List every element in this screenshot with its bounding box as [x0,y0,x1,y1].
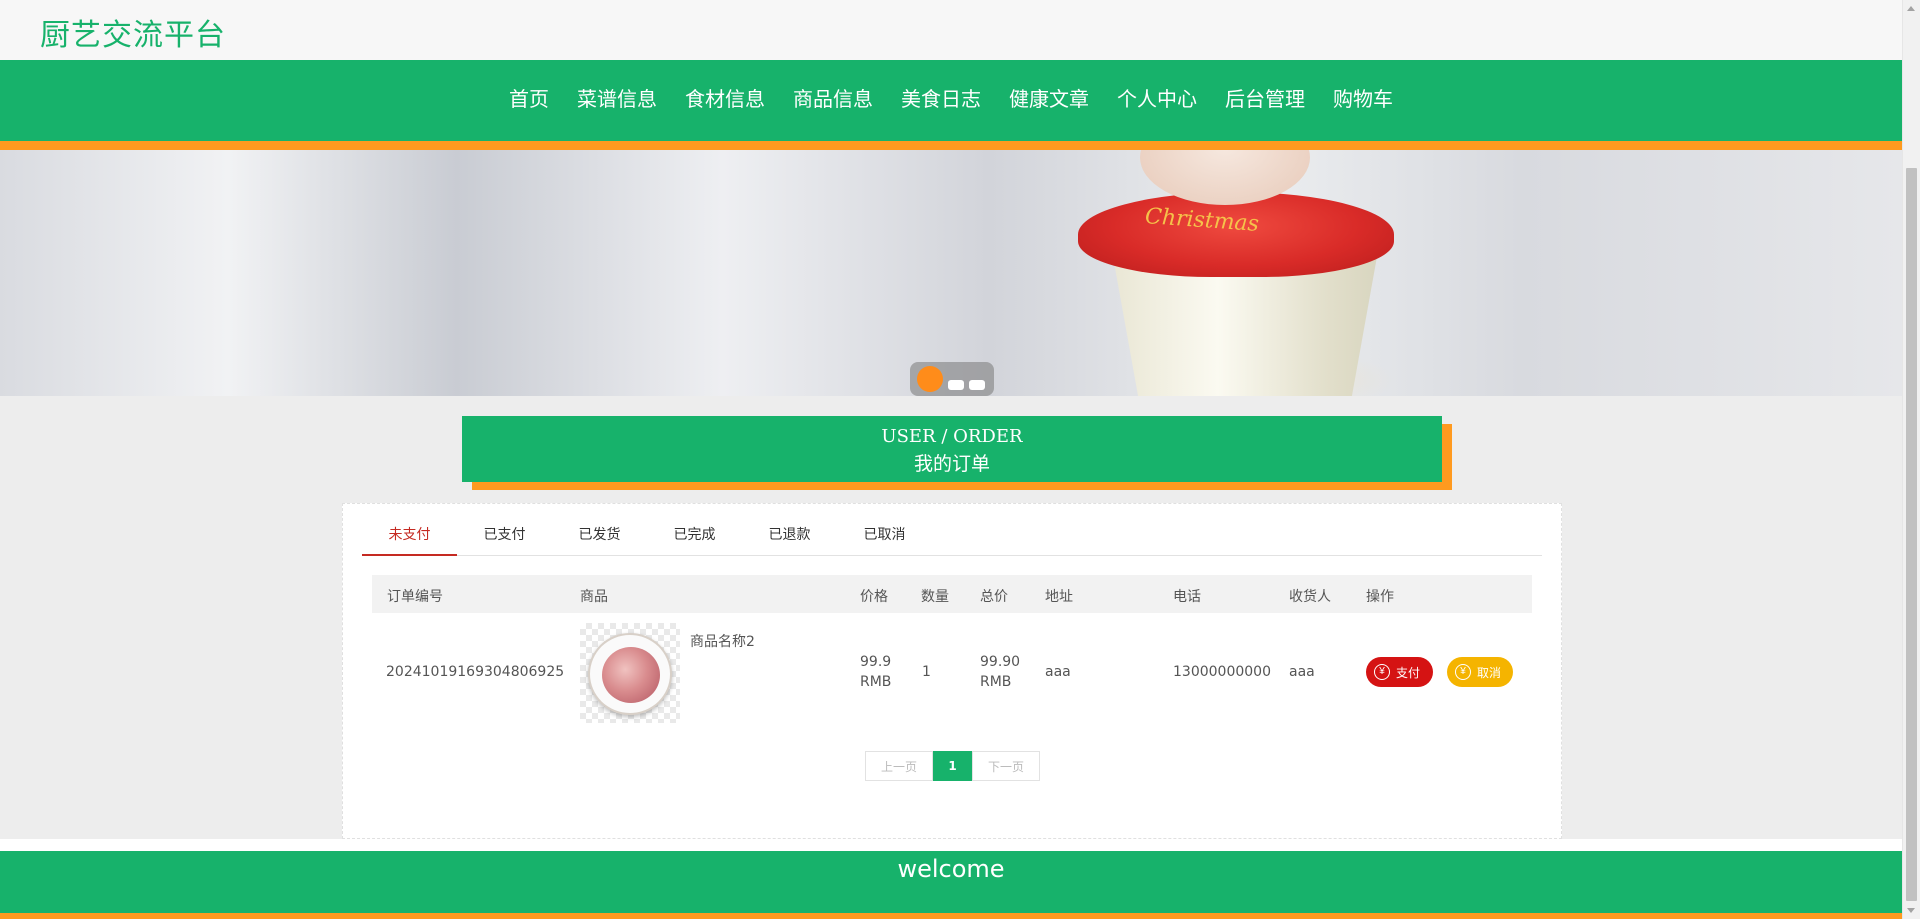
cell-product-name[interactable]: 商品名称2 [690,632,755,652]
footer-accent-stripe [0,913,1902,919]
nav-item-cart[interactable]: 购物车 [1333,83,1393,112]
banner-carousel: Christmas [0,150,1902,396]
main-nav: 首页 菜谱信息 食材信息 商品信息 美食日志 健康文章 个人中心 后台管理 购物… [0,60,1902,135]
th-phone: 电话 [1173,589,1201,605]
tab-shipped[interactable]: 已发货 [552,520,647,555]
total-value: 99.90 [980,654,1021,670]
prev-page-button[interactable]: 上一页 [865,751,933,781]
nav-item-admin[interactable]: 后台管理 [1225,83,1305,112]
carousel-dot-1[interactable] [917,366,943,392]
yuan-icon: ¥ [1455,664,1471,680]
product-image-plate [588,633,672,715]
cancel-order-button[interactable]: ¥ 取消 [1447,657,1513,687]
th-product: 商品 [580,589,608,605]
nav-accent-stripe [0,141,1902,150]
scrollbar-thumb[interactable] [1906,168,1917,901]
page-scrollbar[interactable] [1902,0,1920,919]
site-title[interactable]: 厨艺交流平台 [40,10,226,54]
cell-address: aaa [1045,664,1071,680]
tab-unpaid[interactable]: 未支付 [362,520,457,556]
nav-item-ingredients[interactable]: 食材信息 [685,83,765,112]
carousel-dot-2[interactable] [948,380,964,390]
pagination: 上一页 1 下一页 [865,751,1040,781]
pay-button[interactable]: ¥ 支付 [1366,657,1433,687]
section-title-zh: 我的订单 [913,453,990,475]
carousel-dot-3[interactable] [969,380,985,390]
footer-gap [0,839,1902,851]
cell-price: 99.9 RMB [860,652,891,692]
tab-completed[interactable]: 已完成 [647,520,742,555]
section-header: USER / ORDER 我的订单 [462,416,1442,482]
tab-refunded[interactable]: 已退款 [742,520,837,555]
price-value: 99.9 [860,654,892,670]
nav-item-profile[interactable]: 个人中心 [1117,83,1197,112]
order-status-tabs: 未支付 已支付 已发货 已完成 已退款 已取消 [362,520,1542,556]
nav-item-recipes[interactable]: 菜谱信息 [577,83,657,112]
yuan-icon: ¥ [1374,664,1390,680]
price-unit: RMB [860,674,892,690]
next-page-button[interactable]: 下一页 [972,751,1040,781]
scroll-up-arrow-icon[interactable] [1907,6,1915,11]
current-page[interactable]: 1 [933,751,972,781]
product-image-food [602,647,660,703]
th-qty: 数量 [921,589,949,605]
th-order-no: 订单编号 [387,589,443,605]
th-address: 地址 [1045,589,1073,605]
cell-receiver: aaa [1289,664,1315,680]
cell-order-no: 20241019169304806925⁠ [386,664,565,680]
nav-item-food-diary[interactable]: 美食日志 [901,83,981,112]
tab-cancelled[interactable]: 已取消 [837,520,932,555]
tab-paid[interactable]: 已支付 [457,520,552,555]
footer: welcome [0,851,1902,913]
scroll-down-arrow-icon[interactable] [1907,908,1915,913]
th-receiver: 收货人 [1289,589,1331,605]
cell-qty: 1 [922,664,931,680]
nav-item-home[interactable]: 首页 [509,83,549,112]
th-price: 价格 [860,589,888,605]
nav-item-products[interactable]: 商品信息 [793,83,873,112]
th-total: 总价 [980,589,1008,605]
cell-total: 99.90 RMB [980,652,1020,692]
nav-item-health-articles[interactable]: 健康文章 [1009,83,1089,112]
th-actions: 操作 [1366,589,1394,605]
cancel-button-label: 取消 [1477,665,1502,680]
section-title-en: USER / ORDER [881,426,1023,447]
pay-button-label: 支付 [1396,665,1421,680]
brand-bar: 厨艺交流平台 [0,0,1902,60]
product-thumbnail[interactable] [580,623,680,723]
footer-welcome-text: welcome [897,855,1005,883]
cell-phone: 13000000000 [1173,664,1271,680]
table-header [372,575,1532,613]
total-unit: RMB [980,674,1012,690]
